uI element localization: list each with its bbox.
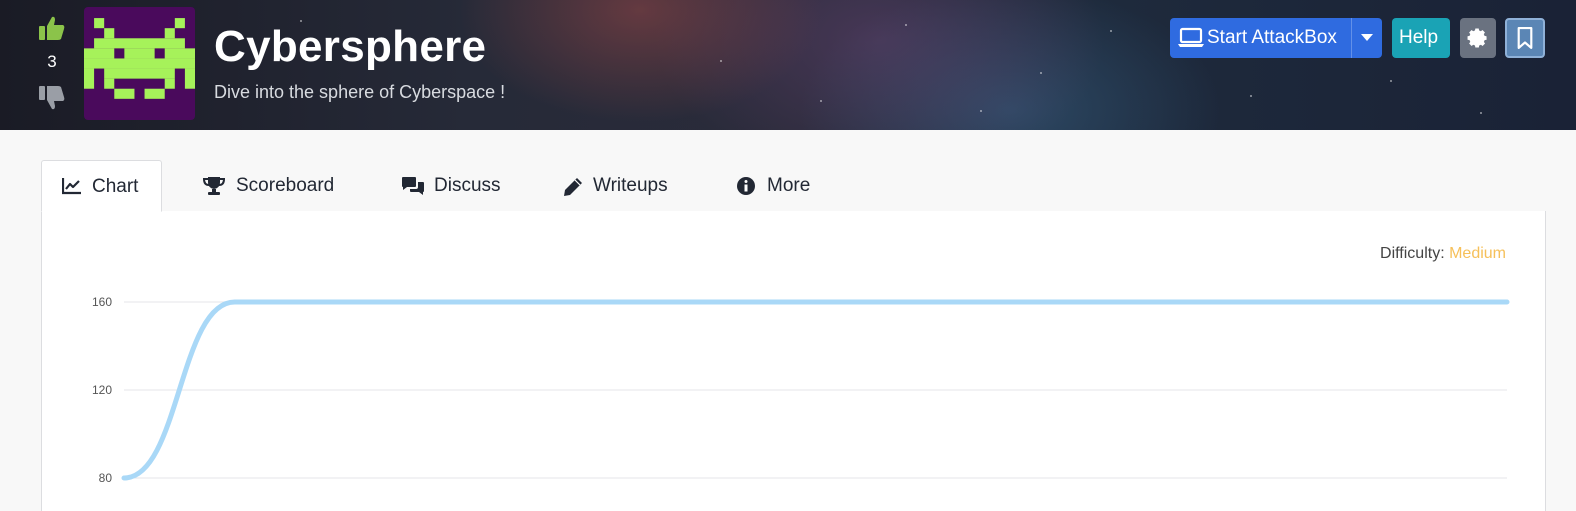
star-decoration bbox=[905, 24, 907, 26]
split-divider bbox=[1351, 18, 1352, 58]
tab-label: More bbox=[767, 175, 811, 196]
caret-down-icon[interactable] bbox=[1361, 34, 1373, 41]
thumbs-up-icon[interactable] bbox=[38, 14, 66, 42]
attackbox-label: Start AttackBox bbox=[1207, 27, 1337, 48]
tab-chart[interactable]: Chart bbox=[41, 160, 162, 212]
room-logo bbox=[84, 7, 195, 120]
star-decoration bbox=[1040, 72, 1042, 74]
comments-icon bbox=[402, 177, 424, 195]
trophy-icon bbox=[203, 177, 225, 195]
help-label: Help bbox=[1399, 27, 1439, 48]
tab-discuss[interactable]: Discuss bbox=[381, 160, 531, 212]
gear-icon bbox=[1467, 28, 1487, 48]
star-decoration bbox=[1480, 112, 1482, 114]
room-subtitle: Dive into the sphere of Cyberspace ! bbox=[214, 82, 506, 102]
star-decoration bbox=[1110, 30, 1112, 32]
space-invader-icon bbox=[84, 18, 195, 99]
info-circle-icon bbox=[737, 177, 755, 195]
y-tick-label: 80 bbox=[99, 471, 113, 485]
star-decoration bbox=[1390, 80, 1392, 82]
tab-label: Writeups bbox=[593, 175, 668, 196]
tab-writeups[interactable]: Writeups bbox=[541, 160, 701, 212]
laptop-icon bbox=[1178, 27, 1204, 47]
star-decoration bbox=[720, 60, 722, 62]
star-decoration bbox=[980, 110, 982, 112]
room-tabs: Chart Scoreboard Discuss Writeups More bbox=[41, 160, 1546, 212]
tab-label: Discuss bbox=[434, 175, 501, 196]
room-banner: 3 Cybersphere Dive into the sphere of Cy… bbox=[0, 0, 1576, 130]
pen-icon bbox=[564, 178, 582, 196]
tab-scoreboard[interactable]: Scoreboard bbox=[181, 160, 371, 212]
tab-more[interactable]: More bbox=[717, 160, 837, 212]
star-decoration bbox=[820, 100, 822, 102]
progress-chart: 80 120 160 bbox=[92, 295, 1510, 485]
bookmark-icon bbox=[1517, 27, 1533, 49]
tab-label: Chart bbox=[92, 176, 139, 197]
chart-panel: Difficulty: Medium 80 120 160 bbox=[41, 211, 1546, 511]
vote-count: 3 bbox=[47, 52, 57, 71]
room-title: Cybersphere bbox=[214, 22, 487, 71]
y-tick-label: 120 bbox=[92, 383, 112, 397]
bookmark-button[interactable] bbox=[1505, 18, 1545, 58]
chart-line-icon bbox=[62, 178, 81, 195]
settings-button[interactable] bbox=[1460, 18, 1496, 58]
star-decoration bbox=[1250, 95, 1252, 97]
thumbs-down-icon[interactable] bbox=[38, 84, 66, 112]
y-tick-label: 160 bbox=[92, 295, 112, 309]
tab-label: Scoreboard bbox=[236, 175, 335, 196]
start-attackbox-button[interactable]: Start AttackBox bbox=[1170, 18, 1382, 58]
help-button[interactable]: Help bbox=[1392, 18, 1450, 58]
